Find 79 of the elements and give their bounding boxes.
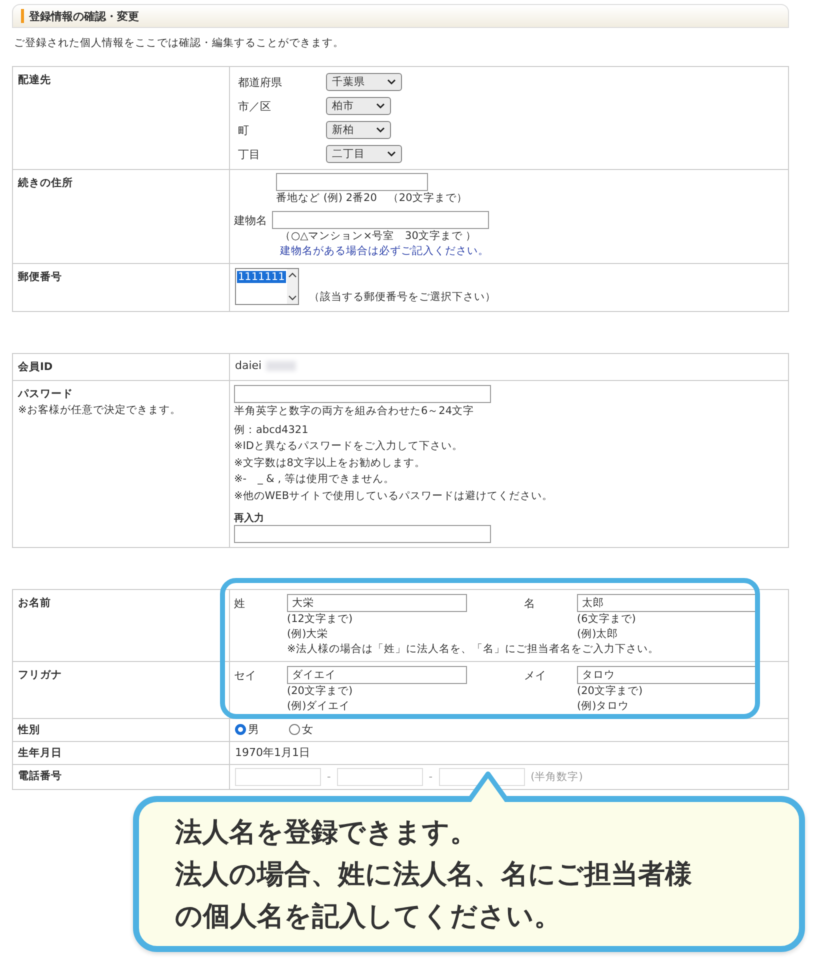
rule-text: ※IDと異なるパスワードをご入力して下さい。 — [234, 439, 464, 454]
hint-text: (半角数字) — [530, 770, 583, 784]
name-input[interactable]: タロウ — [577, 666, 757, 684]
hint-text: （○△マンション×号室 30文字まで ） — [280, 229, 478, 244]
name-input[interactable]: 太郎 — [577, 594, 757, 612]
field-label: メイ — [524, 668, 547, 682]
rule-text: ※- _ & , 等は使用できません。 — [234, 472, 396, 487]
select-label: 丁目 — [238, 146, 261, 162]
dropdown[interactable]: 二丁目 — [326, 145, 402, 163]
redacted-block — [266, 360, 296, 370]
hint-text: (例)太郎 — [577, 627, 620, 642]
radio-button[interactable] — [289, 724, 300, 735]
rule-text: ※文字数は8文字以上をお勧めします。 — [234, 456, 426, 470]
field-label: 姓 — [234, 596, 246, 610]
field-label: 電話番号 — [18, 769, 63, 783]
rule-text: 例：abcd4321 — [234, 422, 310, 438]
hint-text: (12文字まで) — [287, 612, 354, 627]
password-input[interactable] — [234, 385, 491, 403]
field-label: 配達先 — [18, 73, 52, 87]
field-label: パスワード — [18, 387, 74, 401]
rule-text: ※他のWEBサイトで使用しているパスワードは避けてください。 — [234, 488, 554, 504]
dropdown[interactable]: 千葉県 — [326, 73, 402, 91]
field-label: 生年月日 — [18, 746, 63, 760]
caret-icon — [376, 103, 385, 109]
caret-down-icon[interactable] — [288, 295, 297, 301]
field-label: フリガナ — [18, 668, 63, 682]
hint-text: 番地など (例) 2番20 （20文字まで） — [276, 191, 468, 206]
caret-icon — [376, 127, 385, 133]
scrollbar[interactable] — [286, 269, 298, 304]
hint-text: (20文字まで) — [287, 684, 354, 699]
field-label: お名前 — [18, 596, 52, 610]
separator-text: - — [428, 771, 433, 783]
radio-label: 女 — [302, 722, 313, 737]
field-label: 郵便番号 — [18, 270, 63, 284]
callout-text: 法人名を登録できます。 — [175, 816, 478, 850]
list-option[interactable]: 1111111 — [237, 271, 286, 283]
select-label: 町 — [238, 122, 250, 138]
member-id: daiei — [235, 359, 262, 372]
field-label: 建物名 — [234, 212, 267, 228]
callout-text: の個人名を記入してください。 — [175, 900, 562, 934]
field-label: セイ — [234, 668, 257, 682]
section-title: 登録情報の確認・変更 — [29, 8, 139, 24]
name-input[interactable]: 大栄 — [287, 594, 467, 612]
radio-button[interactable] — [235, 724, 246, 735]
field-label: 会員ID — [18, 360, 54, 374]
rule-text: 半角英字と数字の両方を組み合わせた6～24文字 — [234, 404, 476, 419]
radio-label: 男 — [248, 722, 259, 737]
label-note: ※お客様が任意で決定できます。 — [18, 403, 182, 417]
building-input[interactable] — [272, 211, 489, 229]
dropdown[interactable]: 新柏 — [326, 121, 391, 139]
select-label: 都道府県 — [238, 74, 283, 90]
field-label: 続きの住所 — [18, 176, 74, 190]
name-input[interactable]: ダイエイ — [287, 666, 467, 684]
hint-text: (20文字まで) — [577, 684, 644, 699]
notice-text: 建物名がある場合は必ずご記入ください。 — [280, 244, 490, 259]
caret-icon — [387, 151, 396, 157]
postal-listbox[interactable]: 1111111 — [235, 268, 299, 305]
dropdown[interactable]: 柏市 — [326, 97, 391, 115]
callout-text: 法人の場合、姓に法人名、名にご担当者様 — [175, 858, 693, 892]
password-confirm-input[interactable] — [234, 525, 491, 543]
note-text: ※法人様の場合は「姓」に法人名を、「名」にご担当者名をご入力下さい。 — [287, 642, 660, 657]
hint-text: (例)タロウ — [577, 699, 630, 714]
caret-icon — [387, 79, 396, 85]
field-label: 性別 — [18, 723, 41, 737]
accent-bar — [21, 9, 24, 23]
hint-text: (6文字まで) — [577, 612, 637, 627]
hint-text: (例)大栄 — [287, 627, 330, 642]
phone-input[interactable] — [336, 768, 423, 786]
address-input[interactable] — [276, 173, 428, 191]
select-label: 市／区 — [238, 98, 272, 114]
field-label: 名 — [524, 596, 536, 610]
hint-text: (例)ダイエイ — [287, 699, 352, 714]
birthday-value: 1970年1月1日 — [235, 746, 310, 759]
caret-up-icon[interactable] — [288, 272, 297, 278]
phone-input[interactable] — [235, 768, 321, 786]
field-label: 再入力 — [234, 512, 265, 525]
hint-text: （該当する郵便番号をご選択下さい） — [309, 290, 496, 305]
intro-text: ご登録された個人情報をここでは確認・編集することができます。 — [14, 36, 345, 50]
separator-text: - — [327, 771, 331, 783]
